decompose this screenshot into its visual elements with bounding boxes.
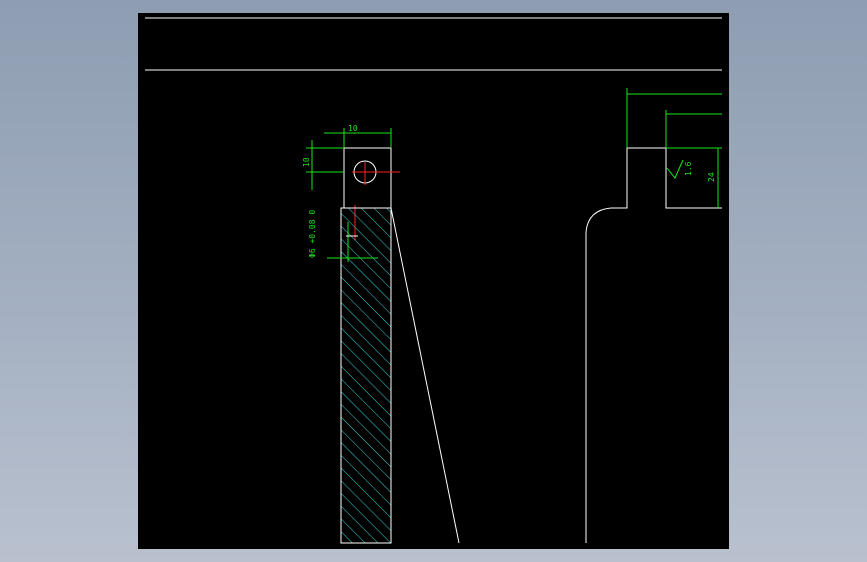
roughness-symbol (666, 159, 684, 179)
dim-right-height: 24 (707, 172, 716, 182)
cad-drawing: 10 10 Φ6 +0.08 0 24 1.6 (145, 17, 722, 544)
dim-surface-roughness: 1.6 (684, 161, 693, 176)
taper-line (390, 207, 460, 544)
dim-top-width: 10 (348, 124, 358, 133)
right-part-outline (585, 147, 722, 543)
dim-hole-tolerance: Φ6 +0.08 0 (308, 210, 317, 258)
dim-left-height: 10 (302, 157, 311, 167)
square-block (343, 147, 392, 209)
